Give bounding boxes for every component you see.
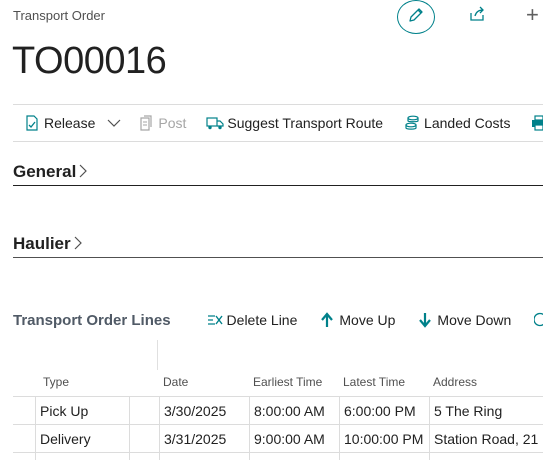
table-row[interactable]: Pick Up 3/30/2025 8:00:00 AM 6:00:00 PM … bbox=[13, 396, 543, 425]
arrow-down-icon bbox=[417, 312, 433, 328]
cell-latest-time[interactable]: 10:00:00 PM bbox=[339, 425, 429, 453]
arrow-up-icon bbox=[319, 312, 335, 328]
cell-earliest-time[interactable] bbox=[249, 453, 339, 460]
cell-empty[interactable] bbox=[129, 453, 159, 460]
delete-line-button[interactable]: Delete Line bbox=[207, 312, 298, 328]
share-button[interactable] bbox=[466, 5, 488, 27]
post-icon bbox=[137, 114, 155, 132]
table-row-empty[interactable] bbox=[13, 452, 543, 460]
move-down-button[interactable]: Move Down bbox=[417, 312, 511, 328]
general-section-header[interactable]: General bbox=[13, 160, 543, 186]
cell-address[interactable]: Station Road, 21 bbox=[429, 425, 543, 453]
lines-title[interactable]: Transport Order Lines bbox=[13, 312, 171, 329]
release-button[interactable]: Release bbox=[23, 105, 95, 141]
print-button[interactable]: P bbox=[530, 105, 543, 141]
cell-address[interactable]: 5 The Ring bbox=[429, 397, 543, 425]
chevron-down-icon bbox=[107, 115, 121, 131]
column-header-earliest-time[interactable]: Earliest Time bbox=[253, 375, 322, 389]
general-section-title: General bbox=[13, 162, 77, 181]
record-title: TO00016 bbox=[12, 40, 167, 82]
plus-icon: + bbox=[526, 2, 539, 27]
cell-type[interactable]: Delivery bbox=[35, 425, 129, 453]
post-button[interactable]: Post bbox=[137, 105, 186, 141]
cell-latest-time[interactable] bbox=[339, 453, 429, 460]
column-header-type[interactable]: Type bbox=[43, 375, 69, 389]
transport-order-lines-grid: Type Date Earliest Time Latest Time Addr… bbox=[13, 340, 543, 460]
post-label: Post bbox=[158, 115, 187, 131]
lines-action-bar: Transport Order Lines Delete Line Move U… bbox=[13, 301, 543, 339]
move-down-label: Move Down bbox=[437, 312, 512, 328]
landed-costs-label: Landed Costs bbox=[424, 115, 511, 131]
cell-empty[interactable] bbox=[129, 425, 159, 453]
cell-type[interactable] bbox=[35, 453, 129, 460]
column-header-latest-time[interactable]: Latest Time bbox=[343, 375, 405, 389]
cell-address[interactable] bbox=[429, 453, 543, 460]
landed-costs-button[interactable]: Landed Costs bbox=[403, 105, 510, 141]
edit-button[interactable] bbox=[397, 0, 435, 34]
column-header-date[interactable]: Date bbox=[163, 375, 188, 389]
cell-earliest-time[interactable]: 9:00:00 AM bbox=[249, 425, 339, 453]
cell-earliest-time[interactable]: 8:00:00 AM bbox=[249, 397, 339, 425]
delete-line-label: Delete Line bbox=[226, 312, 298, 328]
refresh-icon bbox=[533, 312, 543, 328]
new-button[interactable]: + bbox=[526, 2, 539, 28]
cell-date[interactable]: 3/30/2025 bbox=[159, 397, 249, 425]
delete-line-icon bbox=[207, 312, 223, 328]
truck-icon bbox=[206, 114, 224, 132]
haulier-section-title: Haulier bbox=[13, 234, 71, 253]
cell-date[interactable]: 3/31/2025 bbox=[159, 425, 249, 453]
action-bar: Release Post Suggest Transport Route Lan… bbox=[13, 104, 543, 142]
divider bbox=[157, 340, 158, 370]
chevron-right-icon bbox=[74, 236, 82, 254]
haulier-section-header[interactable]: Haulier bbox=[13, 232, 543, 258]
cell-type[interactable]: Pick Up bbox=[35, 397, 129, 425]
coins-icon bbox=[403, 114, 421, 132]
table-row[interactable]: Delivery 3/31/2025 9:00:00 AM 10:00:00 P… bbox=[13, 424, 543, 453]
page-caption: Transport Order bbox=[13, 8, 105, 23]
row-selector[interactable] bbox=[13, 425, 35, 453]
printer-icon bbox=[530, 114, 543, 132]
grid-header: Type Date Earliest Time Latest Time Addr… bbox=[13, 371, 543, 395]
release-label: Release bbox=[44, 115, 96, 131]
column-header-address[interactable]: Address bbox=[433, 375, 477, 389]
row-selector[interactable] bbox=[13, 453, 35, 460]
release-dropdown-button[interactable] bbox=[107, 105, 121, 141]
pencil-icon bbox=[407, 6, 425, 29]
row-selector[interactable] bbox=[13, 397, 35, 425]
share-icon bbox=[468, 5, 486, 28]
chevron-right-icon bbox=[79, 164, 88, 182]
suggest-transport-route-button[interactable]: Suggest Transport Route bbox=[206, 105, 383, 141]
release-doc-icon bbox=[23, 114, 41, 132]
move-up-label: Move Up bbox=[339, 312, 396, 328]
cell-latest-time[interactable]: 6:00:00 PM bbox=[339, 397, 429, 425]
suggest-route-label: Suggest Transport Route bbox=[227, 115, 384, 131]
cell-date[interactable] bbox=[159, 453, 249, 460]
move-up-button[interactable]: Move Up bbox=[319, 312, 395, 328]
cell-empty[interactable] bbox=[129, 397, 159, 425]
more-actions-button[interactable] bbox=[533, 312, 543, 328]
